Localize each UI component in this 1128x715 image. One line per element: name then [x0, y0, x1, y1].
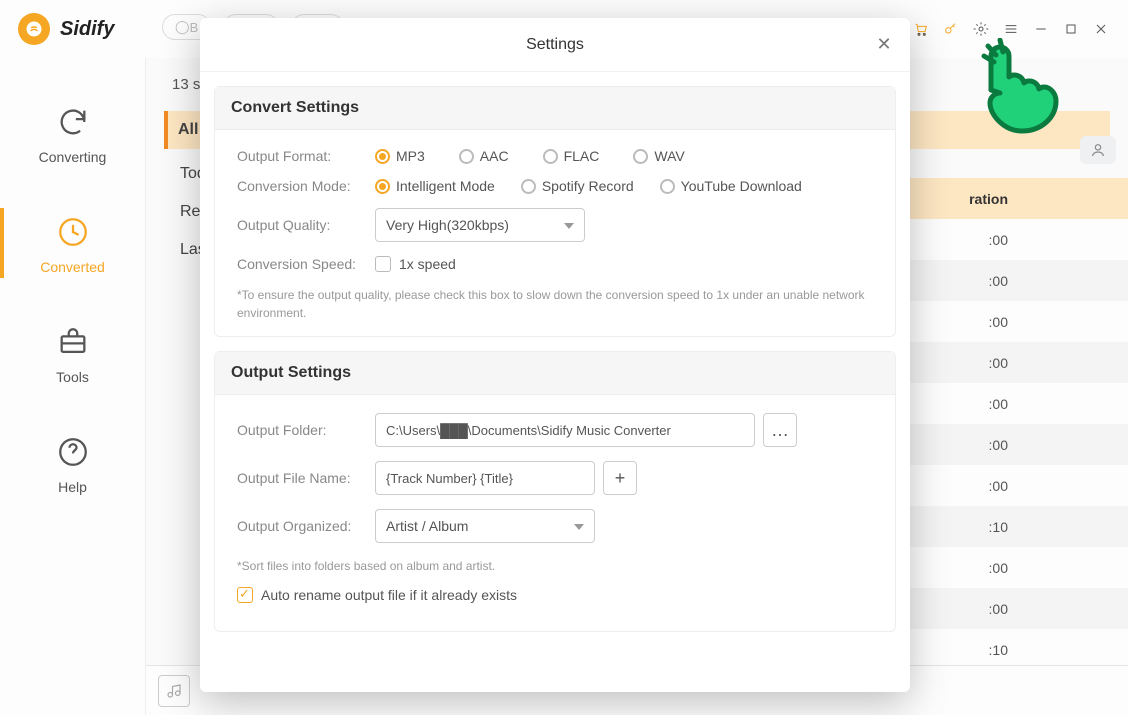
add-token-button[interactable]: +: [603, 461, 637, 495]
clock-icon: [52, 211, 94, 253]
table-row[interactable]: :00: [908, 301, 1128, 342]
sidebar-item-label: Tools: [56, 369, 89, 385]
table-row[interactable]: :00: [908, 547, 1128, 588]
speed-note: *To ensure the output quality, please ch…: [237, 286, 873, 322]
conversion-mode-label: Conversion Mode:: [237, 178, 375, 194]
convert-settings-panel: Convert Settings Output Format: MP3 AAC …: [214, 86, 896, 337]
sidebar-item-label: Converting: [39, 149, 107, 165]
user-badge[interactable]: [1080, 136, 1116, 164]
mode-intelligent-radio[interactable]: Intelligent Mode: [375, 178, 495, 194]
table-row[interactable]: :00: [908, 219, 1128, 260]
format-aac-radio[interactable]: AAC: [459, 148, 509, 164]
table-row[interactable]: :10: [908, 629, 1128, 670]
settings-modal: Settings ✕ Convert Settings Output Forma…: [200, 18, 910, 692]
sort-note: *Sort files into folders based on album …: [237, 557, 873, 575]
table-row[interactable]: :00: [908, 260, 1128, 301]
toolbox-icon: [52, 321, 94, 363]
mode-spotify-radio[interactable]: Spotify Record: [521, 178, 634, 194]
cart-icon[interactable]: [906, 14, 936, 44]
format-mp3-radio[interactable]: MP3: [375, 148, 425, 164]
sidebar: Converting Converted Tools Help: [0, 58, 146, 715]
speed-1x-checkbox[interactable]: 1x speed: [375, 256, 456, 272]
duration-column: ration :00 :00 :00 :00 :00 :00 :00 :10 :…: [908, 178, 1128, 711]
table-row[interactable]: :00: [908, 383, 1128, 424]
refresh-icon: [52, 101, 94, 143]
format-wav-radio[interactable]: WAV: [633, 148, 684, 164]
output-quality-label: Output Quality:: [237, 217, 375, 233]
browse-folder-button[interactable]: …: [763, 413, 797, 447]
conversion-mode-group: Intelligent Mode Spotify Record YouTube …: [375, 178, 802, 194]
output-folder-field[interactable]: C:\Users\███\Documents\Sidify Music Conv…: [375, 413, 755, 447]
output-folder-label: Output Folder:: [237, 422, 375, 438]
modal-header: Settings ✕: [200, 18, 910, 72]
sidebar-item-help[interactable]: Help: [0, 408, 145, 518]
table-row[interactable]: :00: [908, 465, 1128, 506]
mode-youtube-radio[interactable]: YouTube Download: [660, 178, 802, 194]
sidebar-item-label: Converted: [40, 259, 105, 275]
panel-title: Output Settings: [215, 352, 895, 395]
column-header: ration: [908, 178, 1128, 219]
output-format-group: MP3 AAC FLAC WAV: [375, 148, 685, 164]
sidebar-item-converted[interactable]: Converted: [0, 188, 145, 298]
output-quality-select[interactable]: Very High(320kbps): [375, 208, 585, 242]
music-icon[interactable]: [158, 675, 190, 707]
modal-title: Settings: [526, 36, 584, 54]
output-format-label: Output Format:: [237, 148, 375, 164]
modal-close-button[interactable]: ✕: [872, 32, 896, 56]
panel-title: Convert Settings: [215, 87, 895, 130]
key-icon[interactable]: [936, 14, 966, 44]
sidebar-item-converting[interactable]: Converting: [0, 78, 145, 188]
close-button[interactable]: [1086, 14, 1116, 44]
sidebar-item-tools[interactable]: Tools: [0, 298, 145, 408]
output-organized-label: Output Organized:: [237, 518, 375, 534]
app-brand: Sidify: [60, 18, 114, 41]
help-icon: [52, 431, 94, 473]
table-row[interactable]: :00: [908, 342, 1128, 383]
table-row[interactable]: :10: [908, 506, 1128, 547]
output-settings-panel: Output Settings Output Folder: C:\Users\…: [214, 351, 896, 632]
auto-rename-checkbox[interactable]: Auto rename output file if it already ex…: [237, 587, 517, 603]
output-filename-label: Output File Name:: [237, 470, 375, 486]
conversion-speed-label: Conversion Speed:: [237, 256, 375, 272]
format-flac-radio[interactable]: FLAC: [543, 148, 600, 164]
app-logo: [18, 13, 50, 45]
sidebar-item-label: Help: [58, 479, 87, 495]
output-filename-field[interactable]: {Track Number} {Title}: [375, 461, 595, 495]
table-row[interactable]: :00: [908, 588, 1128, 629]
table-row[interactable]: :00: [908, 424, 1128, 465]
tutorial-hand-icon: [970, 38, 1070, 138]
output-organized-select[interactable]: Artist / Album: [375, 509, 595, 543]
